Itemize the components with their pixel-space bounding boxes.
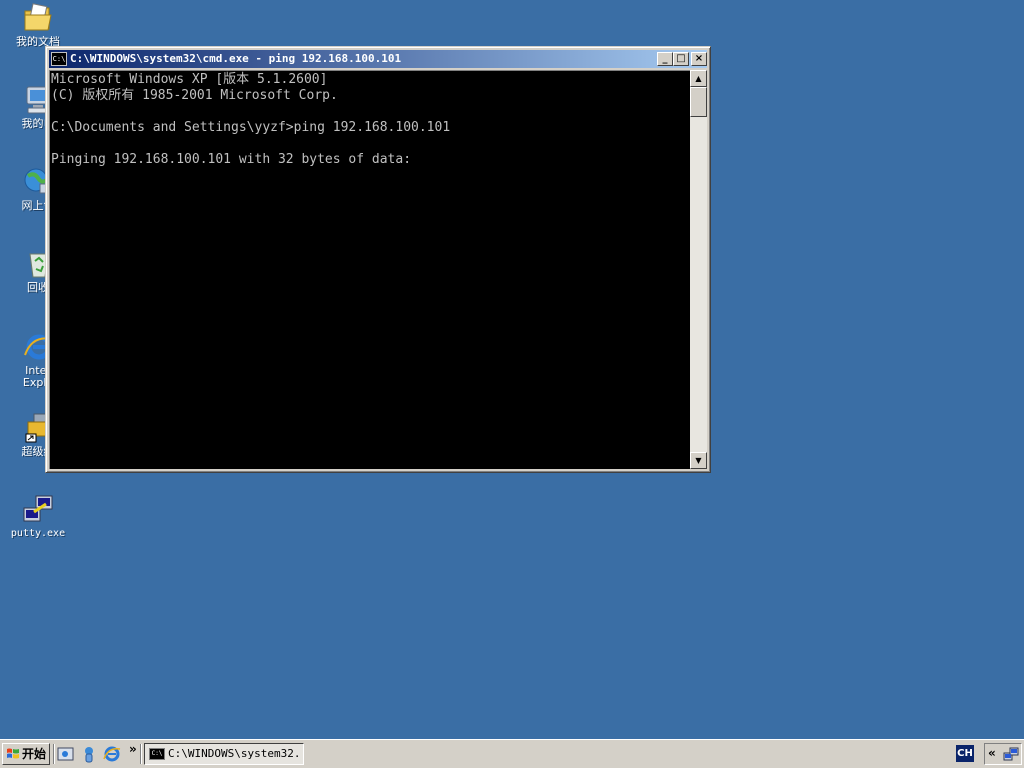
- window-title: C:\WINDOWS\system32\cmd.exe - ping 192.1…: [70, 52, 402, 65]
- console-line: Pinging 192.168.100.101 with 32 bytes of…: [51, 152, 412, 167]
- close-button[interactable]: ×: [691, 52, 707, 66]
- taskbar-button-cmd[interactable]: C:\ C:\WINDOWS\system32...: [144, 743, 304, 765]
- quick-launch-more-button[interactable]: »: [129, 742, 137, 756]
- taskbar-separator: [53, 744, 55, 764]
- vertical-scrollbar[interactable]: ▲ ▼: [690, 70, 707, 469]
- console-output[interactable]: Microsoft Windows XP [版本 5.1.2600] (C) 版…: [49, 70, 690, 469]
- console-app-icon: C:\: [149, 748, 165, 760]
- window-titlebar[interactable]: C:\ C:\WINDOWS\system32\cmd.exe - ping 1…: [49, 50, 707, 68]
- input-method-indicator[interactable]: CH: [956, 745, 974, 762]
- windows-media-player-icon[interactable]: [80, 745, 98, 763]
- minimize-button[interactable]: _: [657, 52, 673, 66]
- desktop-icon-my-documents[interactable]: 我的文档: [3, 2, 73, 48]
- console-line: (C) 版权所有 1985-2001 Microsoft Corp.: [51, 88, 338, 103]
- my-documents-icon: [22, 2, 54, 34]
- taskbar: 开始 » C:\ C:\WINDOWS\system32... CH «: [0, 739, 1024, 768]
- internet-explorer-icon[interactable]: [103, 745, 121, 763]
- putty-icon: [22, 494, 54, 526]
- scroll-up-button[interactable]: ▲: [690, 70, 707, 87]
- desktop: 我的文档 我的电 网上邻 回收 Inter Explo 超级终 putty.ex…: [0, 0, 1024, 739]
- scroll-down-button[interactable]: ▼: [690, 452, 707, 469]
- taskbar-separator: [140, 744, 142, 764]
- start-button[interactable]: 开始: [2, 743, 50, 765]
- cmd-window[interactable]: C:\ C:\WINDOWS\system32\cmd.exe - ping 1…: [45, 46, 711, 473]
- tray-expand-button[interactable]: «: [988, 746, 996, 760]
- windows-logo-icon: [7, 748, 19, 759]
- system-tray: «: [984, 743, 1022, 765]
- network-connection-icon[interactable]: [1003, 747, 1019, 762]
- start-label: 开始: [22, 747, 47, 761]
- console-app-icon[interactable]: C:\: [51, 52, 67, 66]
- desktop-icon-putty[interactable]: putty.exe: [3, 494, 73, 540]
- scroll-thumb[interactable]: [690, 87, 707, 117]
- console-line: Microsoft Windows XP [版本 5.1.2600]: [51, 72, 328, 87]
- console-line: C:\Documents and Settings\yyzf>ping 192.…: [51, 120, 451, 135]
- desktop-icon-label: putty.exe: [10, 528, 66, 539]
- taskbar-button-label: C:\WINDOWS\system32...: [168, 747, 304, 760]
- show-desktop-icon[interactable]: [57, 745, 75, 763]
- maximize-button[interactable]: □: [673, 52, 689, 66]
